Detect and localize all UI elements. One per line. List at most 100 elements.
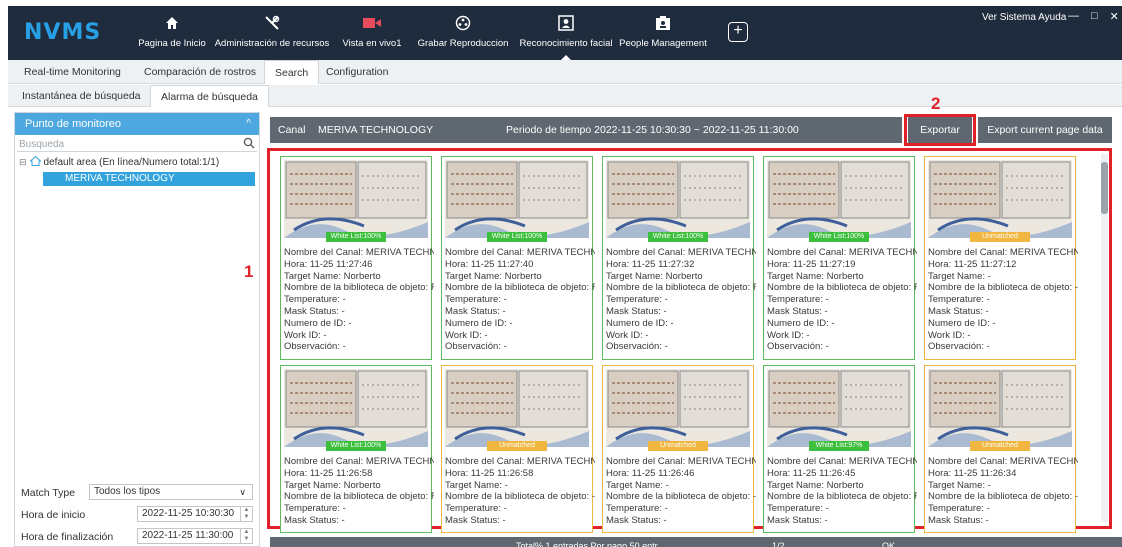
unmatched-tag: Unmatched [970,441,1030,451]
nav-people[interactable]: People Management [616,6,710,60]
face-snapshot[interactable] [606,160,750,238]
maximize-button[interactable]: □ [1091,10,1098,23]
card-detail-line: Target Name: - [928,479,991,491]
main-tab-bar: Real-time Monitoring Comparación de rost… [8,60,1122,84]
pagination-summary: Total% 1 entradas Por pago 50 entr [516,541,658,547]
result-card[interactable]: White List:100% Nombre del Canal: MERIVA … [602,156,756,360]
card-detail-line: Target Name: - [928,270,991,282]
face-snapshot[interactable] [928,160,1072,238]
system-menu[interactable]: Ver Sistema Ayuda [982,12,1066,23]
face-snapshot[interactable] [606,369,750,447]
nav-inicio[interactable]: Pagina de Inicio [134,6,210,60]
end-time-spinner[interactable]: ▲ ▼ [240,529,252,543]
reel-icon [455,10,471,36]
nav-label: Reconocimiento facial [519,38,613,49]
result-card[interactable]: White List:100% Nombre del Canal: MERIVA … [280,156,434,360]
card-detail-line: Hora: 11-25 11:27:19 [767,258,856,270]
card-detail-line: Nombre del Canal: MERIVA TECHNO [284,456,434,467]
end-time-input[interactable]: 2022-11-25 11:30:00 ▲ ▼ [137,528,253,544]
result-card[interactable]: Unmatched Nombre del Canal: MERIVA TECHNO… [924,156,1078,360]
match-tag: White List:100% [809,232,869,242]
panel-title: Punto de monitoreo [25,118,122,130]
face-snapshot[interactable] [767,160,911,238]
chevron-down-icon: ∨ [239,487,246,497]
unmatched-tag: Unmatched [970,232,1030,242]
tree-node-channel[interactable]: MERIVA TECHNOLOGY [43,172,255,186]
card-detail-line: Mask Status: - [928,514,989,526]
pagination-bar: Total% 1 entradas Por pago 50 entr 1/2 O… [270,537,1122,547]
card-detail-line: Nombre del Canal: MERIVA TECHNO [606,456,756,467]
card-detail-line: Nombre de la biblioteca de objeto: - [928,491,1078,503]
home-icon [165,10,179,36]
tab-real-time-monitoring[interactable]: Real-time Monitoring [24,60,121,84]
card-detail-line: Nombre del Canal: MERIVA TECHNO [284,247,434,258]
area-home-icon [28,155,42,169]
card-detail-line: Nombre del Canal: MERIVA TECHNO [767,247,917,258]
card-detail-line: Numero de ID: - [606,317,674,329]
card-detail-line: Work ID: - [767,329,810,341]
match-tag: White List:100% [487,232,547,242]
result-card[interactable]: White List:100% Nombre del Canal: MERIVA … [441,156,595,360]
result-card[interactable]: Unmatched Nombre del Canal: MERIVA TECHNO… [924,365,1078,533]
card-detail-line: Observación: - [606,341,668,353]
result-card[interactable]: Unmatched Nombre del Canal: MERIVA TECHNO… [602,365,756,533]
card-detail-line: Mask Status: - [606,305,667,317]
close-button[interactable]: ✕ [1110,10,1119,23]
results-scrollbar[interactable] [1101,154,1108,522]
nav-recursos[interactable]: Administración de recursos [208,6,336,60]
nav-grabar[interactable]: Grabar Reproduccion [410,6,516,60]
match-type-select[interactable]: Todos los tipos ∨ [89,484,253,500]
result-card[interactable]: White List:100% Nombre del Canal: MERIVA … [280,365,434,533]
export-page-button[interactable]: Export current page data [978,117,1112,143]
face-scan-icon [558,10,574,36]
card-detail-line: Work ID: - [928,329,971,341]
result-card[interactable]: White List:97% Nombre del Canal: MERIVA T… [763,365,917,533]
search-icon[interactable] [243,137,255,154]
result-card[interactable]: White List:100% Nombre del Canal: MERIVA … [763,156,917,360]
start-time-input[interactable]: 2022-11-25 10:30:30 ▲ ▼ [137,506,253,522]
nav-facial[interactable]: Reconocimiento facial [514,6,618,60]
tab-search[interactable]: Search [264,60,320,84]
minimize-button[interactable]: — [1068,10,1079,23]
search-input[interactable]: Busqueda [17,137,257,154]
page-number[interactable]: 1/2 [772,537,785,547]
face-snapshot[interactable] [928,369,1072,447]
collapse-icon[interactable]: ^ [246,113,251,135]
card-detail-line: Numero de ID: - [928,317,996,329]
nav-label: People Management [619,38,707,49]
card-detail-line: Mask Status: - [606,514,667,526]
match-type-label: Match Type [21,487,76,499]
face-snapshot[interactable] [767,369,911,447]
result-card[interactable]: Unmatched Nombre del Canal: MERIVA TECHNO… [441,365,595,533]
face-snapshot[interactable] [284,160,428,238]
page-ok-button[interactable]: OK [882,537,895,547]
nav-vivo[interactable]: Vista en vivo1 [338,6,406,60]
face-snapshot[interactable] [445,369,589,447]
nav-label: Pagina de Inicio [138,38,206,49]
card-detail-line: Target Name: Norberto [767,270,864,282]
card-detail-line: Mask Status: - [767,305,828,317]
card-details: Nombre del Canal: MERIVA TECHNO Hora: 11-… [928,247,1078,353]
tab-instantanea-busqueda[interactable]: Instantánea de búsqueda [22,85,141,107]
card-detail-line: Temperature: - [284,503,346,515]
card-details: Nombre del Canal: MERIVA TECHNO Hora: 11-… [284,247,434,353]
card-detail-line: Temperature: - [928,294,990,306]
tree-expand-icon[interactable]: ⊟ [19,157,27,168]
card-detail-line: Nombre del Canal: MERIVA TECHNO [606,247,756,258]
camera-icon [363,10,381,36]
face-snapshot[interactable] [445,160,589,238]
card-detail-line: Hora: 11-25 11:27:46 [284,258,373,270]
add-view-button[interactable]: + [728,22,748,42]
start-time-spinner[interactable]: ▲ ▼ [240,507,252,521]
export-highlight-box [904,114,976,146]
match-tag: White List:97% [809,441,869,451]
card-detail-line: Work ID: - [445,329,488,341]
face-snapshot[interactable] [284,369,428,447]
scrollbar-thumb[interactable] [1101,162,1108,214]
card-detail-line: Nombre de la biblioteca de objeto: F [445,282,595,294]
annotation-1: 1 [244,262,254,281]
tab-alarma-busqueda[interactable]: Alarma de búsqueda [150,85,269,107]
tab-configuration[interactable]: Configuration [326,60,388,84]
tree-node-default-area[interactable]: ⊟ default area (En línea/Numero total:1/… [15,155,259,169]
tab-comparacion-rostros[interactable]: Comparación de rostros [144,60,256,84]
